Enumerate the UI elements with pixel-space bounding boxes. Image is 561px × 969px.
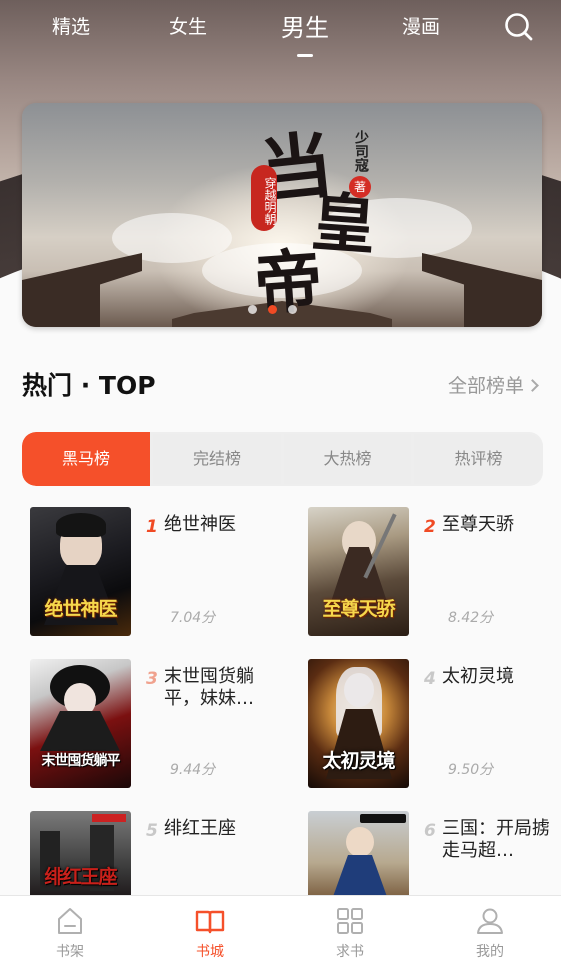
bottom-nav-profile[interactable]: 我的 xyxy=(420,896,560,969)
book-cover: 至尊天骄 xyxy=(308,507,409,636)
rank-number: 6 xyxy=(424,821,436,841)
book-item[interactable]: 末世囤货躺平 3 末世囤货躺平，妹妹… 9.44分 xyxy=(30,659,290,791)
carousel-dot[interactable] xyxy=(288,305,297,314)
rank-number: 4 xyxy=(424,669,436,689)
book-item[interactable]: 太初灵境 4 太初灵境 9.50分 xyxy=(308,659,561,791)
rank-tab-hot[interactable]: 大热榜 xyxy=(284,434,411,484)
bottom-nav-label: 我的 xyxy=(476,944,504,960)
bookshelf-icon xyxy=(58,908,82,934)
tab-male[interactable]: 男生 xyxy=(281,12,329,57)
bottom-nav-request[interactable]: 求书 xyxy=(280,896,420,969)
cover-title: 至尊天骄 xyxy=(322,598,395,620)
bottom-nav-bookshelf[interactable]: 书架 xyxy=(0,896,140,969)
cover-title: 绯红王座 xyxy=(44,866,117,888)
bottom-nav-bookstore[interactable]: 书城 xyxy=(140,896,280,969)
all-rankings-label: 全部榜单 xyxy=(448,375,525,397)
book-item[interactable]: 绝世神医 1 绝世神医 7.04分 xyxy=(30,507,290,639)
tab-label: 漫画 xyxy=(402,16,441,38)
cover-title: 末世囤货躺平 xyxy=(41,753,121,769)
rank-tab-dark-horse[interactable]: 黑马榜 xyxy=(22,432,150,486)
book-title: 三国：开局掳走马超… xyxy=(442,818,550,861)
book-score: 9.50分 xyxy=(448,762,494,778)
rank-tab-reviews[interactable]: 热评榜 xyxy=(414,434,543,484)
book-title: 太初灵境 xyxy=(442,666,514,687)
book-store-icon xyxy=(195,910,225,934)
book-title: 末世囤货躺平，妹妹… xyxy=(164,666,254,709)
cover-hair xyxy=(56,513,106,537)
tab-featured[interactable]: 精选 xyxy=(52,14,90,40)
cover-figure xyxy=(346,827,374,857)
bottom-nav: 书架 书城 求书 我的 xyxy=(0,895,561,969)
book-score: 7.04分 xyxy=(170,610,216,626)
rank-number: 5 xyxy=(146,821,158,841)
top-nav: 精选 女生 男生 漫画 xyxy=(0,0,561,62)
book-cover: 太初灵境 xyxy=(308,659,409,788)
carousel-dot-active[interactable] xyxy=(268,305,277,314)
tab-label: 精选 xyxy=(52,16,91,38)
bottom-nav-label: 书架 xyxy=(56,944,84,960)
bottom-nav-label: 求书 xyxy=(336,944,364,960)
book-item[interactable]: 至尊天骄 2 至尊天骄 8.42分 xyxy=(308,507,561,639)
tab-comics[interactable]: 漫画 xyxy=(402,14,440,40)
tab-label: 男生 xyxy=(281,14,329,42)
chevron-right-icon xyxy=(526,379,539,392)
banner-eave-left xyxy=(22,253,142,327)
cover-title: 绝世神医 xyxy=(44,598,117,620)
book-title: 绯红王座 xyxy=(164,818,236,839)
cover-publisher-badge xyxy=(92,814,126,822)
all-rankings-link[interactable]: 全部榜单 xyxy=(448,372,539,400)
search-button[interactable] xyxy=(503,11,535,43)
rank-number: 3 xyxy=(146,669,158,689)
search-icon xyxy=(505,13,533,41)
tab-female[interactable]: 女生 xyxy=(169,14,207,40)
app-root: 精选 女生 男生 漫画 当 皇 帝 穿越明朝 少司寇 著 热门 · TOP 全部… xyxy=(0,0,561,969)
book-cover: 末世囤货躺平 xyxy=(30,659,131,788)
cover-title: 太初灵境 xyxy=(322,750,395,772)
banner-author: 少司寇 xyxy=(353,130,369,172)
grid-icon xyxy=(337,908,363,934)
rank-tab-completed[interactable]: 完结榜 xyxy=(153,434,281,484)
rank-tabs: 黑马榜 完结榜 大热榜 热评榜 xyxy=(22,432,543,486)
book-score: 9.44分 xyxy=(170,762,216,778)
book-score: 8.42分 xyxy=(448,610,494,626)
banner-subtitle: 穿越明朝 xyxy=(251,165,277,231)
rank-number: 1 xyxy=(146,517,158,537)
book-cover: 绝世神医 xyxy=(30,507,131,636)
section-title: 热门 · TOP xyxy=(22,371,156,400)
bottom-nav-label: 书城 xyxy=(196,944,224,960)
active-tab-indicator xyxy=(297,54,313,57)
banner-carousel[interactable]: 当 皇 帝 穿越明朝 少司寇 著 xyxy=(22,103,542,327)
cover-publisher-badge xyxy=(360,814,406,823)
book-title: 绝世神医 xyxy=(164,514,236,535)
book-title: 至尊天骄 xyxy=(442,514,514,535)
banner-eave-right xyxy=(422,253,542,327)
tab-label: 女生 xyxy=(169,16,208,38)
profile-icon xyxy=(477,908,503,934)
rank-number: 2 xyxy=(424,517,436,537)
carousel-dot[interactable] xyxy=(248,305,257,314)
banner-seal: 著 xyxy=(349,176,371,198)
